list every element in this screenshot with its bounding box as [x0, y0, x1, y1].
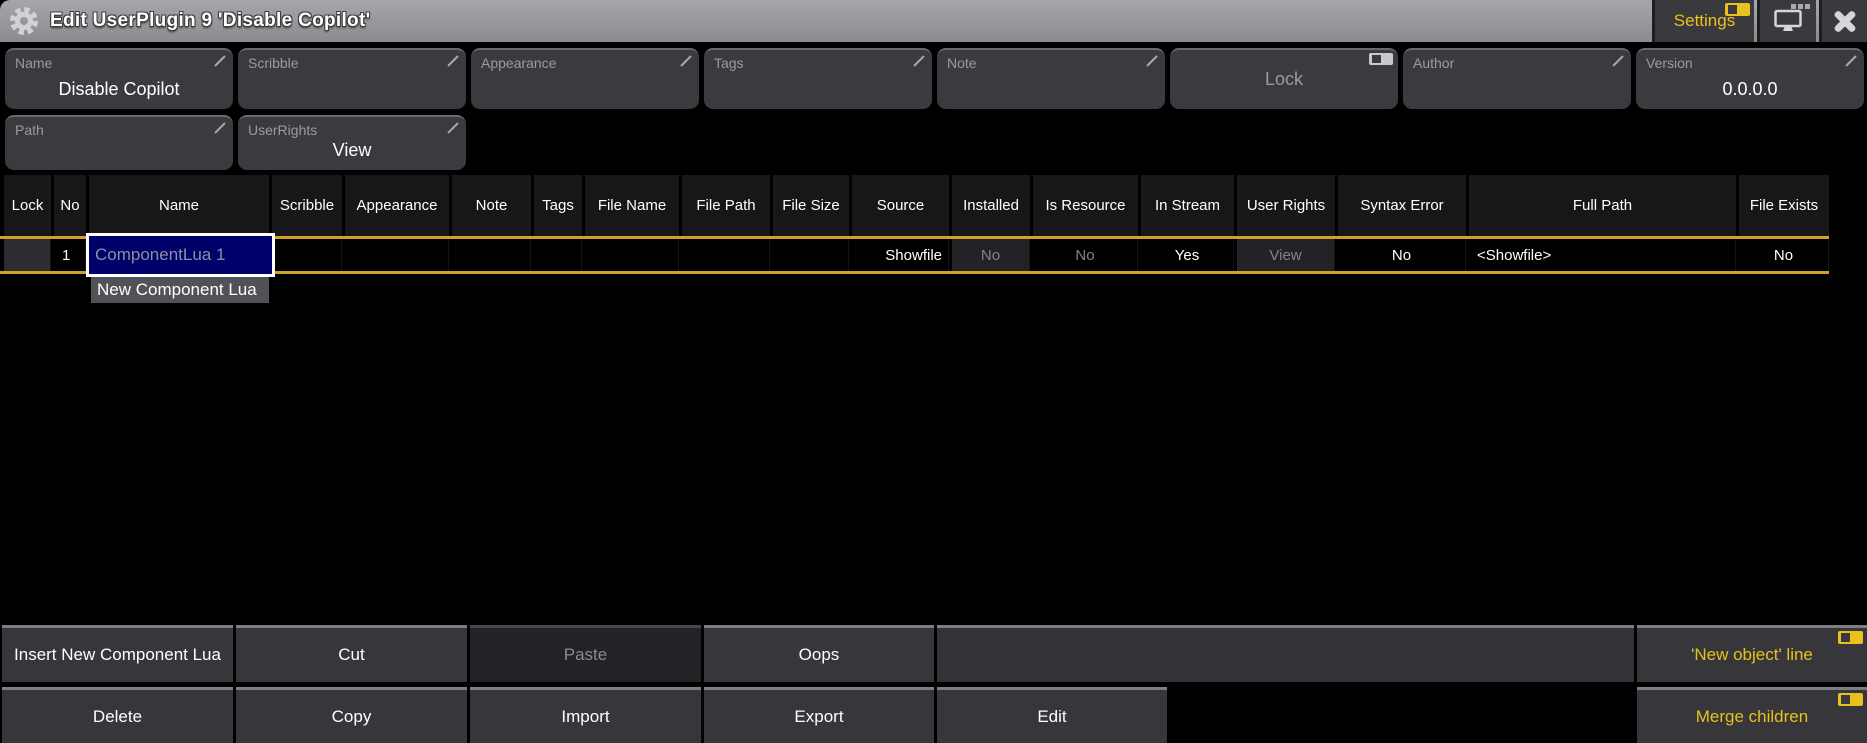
- column-header-scribble[interactable]: Scribble: [272, 175, 342, 236]
- edit-pencil-icon: [680, 55, 692, 67]
- column-header-note[interactable]: Note: [452, 175, 531, 236]
- cell-user-rights[interactable]: View: [1237, 239, 1335, 271]
- column-header-file-exists[interactable]: File Exists: [1739, 175, 1829, 236]
- edit-pencil-icon: [214, 122, 226, 134]
- titlebar: Edit UserPlugin 9 'Disable Copilot' Sett…: [0, 0, 1867, 42]
- cell-tags[interactable]: [534, 239, 582, 271]
- scribble-field-label: Scribble: [248, 55, 299, 71]
- edit-pencil-icon: [214, 55, 226, 67]
- version-field-label: Version: [1646, 55, 1693, 71]
- toggle-on-icon: [1838, 693, 1863, 706]
- cell-syntax-error[interactable]: No: [1338, 239, 1466, 271]
- column-header-appearance[interactable]: Appearance: [345, 175, 449, 236]
- column-header-source[interactable]: Source: [852, 175, 949, 236]
- cell-scribble[interactable]: [272, 239, 342, 271]
- appearance-field[interactable]: Appearance: [471, 48, 699, 109]
- path-field[interactable]: Path: [5, 115, 233, 170]
- column-header-file-name[interactable]: File Name: [585, 175, 679, 236]
- monitor-button[interactable]: [1757, 0, 1816, 42]
- userrights-field[interactable]: UserRights View: [238, 115, 466, 170]
- cell-file-name[interactable]: [585, 239, 679, 271]
- delete-button[interactable]: Delete: [2, 687, 233, 743]
- import-button[interactable]: Import: [470, 687, 701, 743]
- cell-lock[interactable]: [4, 239, 51, 271]
- close-button[interactable]: [1819, 0, 1867, 42]
- column-header-installed[interactable]: Installed: [952, 175, 1030, 236]
- author-field-label: Author: [1413, 55, 1454, 71]
- merge-children-label: Merge children: [1696, 707, 1808, 727]
- cell-appearance[interactable]: [345, 239, 449, 271]
- edit-button[interactable]: Edit: [937, 687, 1167, 743]
- name-field[interactable]: Name Disable Copilot: [5, 48, 233, 109]
- path-field-label: Path: [15, 122, 44, 138]
- export-button[interactable]: Export: [704, 687, 934, 743]
- cell-is-resource[interactable]: No: [1033, 239, 1138, 271]
- edit-pencil-icon: [447, 55, 459, 67]
- edit-pencil-icon: [447, 122, 459, 134]
- edit-pencil-icon: [1612, 55, 1624, 67]
- note-field-label: Note: [947, 55, 977, 71]
- tags-field[interactable]: Tags: [704, 48, 932, 109]
- cell-in-stream[interactable]: Yes: [1141, 239, 1234, 271]
- cell-installed[interactable]: No: [952, 239, 1030, 271]
- author-field[interactable]: Author: [1403, 48, 1631, 109]
- name-field-label: Name: [15, 55, 52, 71]
- version-field[interactable]: Version 0.0.0.0: [1636, 48, 1864, 109]
- column-header-name[interactable]: Name: [89, 175, 269, 236]
- cell-file-exists[interactable]: No: [1739, 239, 1829, 271]
- appearance-field-label: Appearance: [481, 55, 557, 71]
- screens-indicator-icon: [1791, 4, 1810, 9]
- cell-note[interactable]: [452, 239, 531, 271]
- cell-file-path[interactable]: [682, 239, 770, 271]
- column-header-tags[interactable]: Tags: [534, 175, 582, 236]
- cell-file-size[interactable]: [773, 239, 849, 271]
- new-object-line-toggle-button[interactable]: 'New object' line: [1637, 625, 1867, 682]
- tags-field-label: Tags: [714, 55, 744, 71]
- toggle-on-icon: [1725, 3, 1750, 16]
- cut-button[interactable]: Cut: [236, 625, 467, 682]
- settings-button[interactable]: Settings: [1652, 0, 1754, 42]
- footer-spacer: [937, 625, 1634, 682]
- close-icon: [1831, 7, 1859, 35]
- insert-new-component-lua-button[interactable]: Insert New Component Lua: [2, 625, 233, 682]
- column-header-no[interactable]: No: [54, 175, 86, 236]
- toggle-on-icon: [1838, 631, 1863, 644]
- note-field[interactable]: Note: [937, 48, 1165, 109]
- monitor-icon: [1773, 8, 1803, 34]
- column-header-syntax-error[interactable]: Syntax Error: [1338, 175, 1466, 236]
- oops-button[interactable]: Oops: [704, 625, 934, 682]
- table-header: Lock No Name Scribble Appearance Note Ta…: [0, 175, 1832, 236]
- column-header-is-resource[interactable]: Is Resource: [1033, 175, 1138, 236]
- userrights-field-label: UserRights: [248, 122, 317, 138]
- column-header-lock[interactable]: Lock: [4, 175, 51, 236]
- scribble-field[interactable]: Scribble: [238, 48, 466, 109]
- cell-source[interactable]: Showfile: [852, 239, 949, 271]
- edit-pencil-icon: [913, 55, 925, 67]
- column-header-full-path[interactable]: Full Path: [1469, 175, 1736, 236]
- gear-icon: [8, 5, 40, 37]
- name-edit-input[interactable]: ComponentLua 1: [86, 233, 275, 277]
- cell-no[interactable]: 1: [54, 239, 86, 271]
- new-object-line-label: 'New object' line: [1691, 645, 1813, 665]
- version-field-value: 0.0.0.0: [1636, 79, 1864, 100]
- edit-pencil-icon: [1146, 55, 1158, 67]
- name-suggestion-item[interactable]: New Component Lua: [91, 277, 269, 303]
- copy-button[interactable]: Copy: [236, 687, 467, 743]
- column-header-in-stream[interactable]: In Stream: [1141, 175, 1234, 236]
- column-header-user-rights[interactable]: User Rights: [1237, 175, 1335, 236]
- merge-children-toggle-button[interactable]: Merge children: [1637, 687, 1867, 743]
- userrights-field-value: View: [238, 140, 466, 161]
- column-header-file-path[interactable]: File Path: [682, 175, 770, 236]
- cell-full-path[interactable]: <Showfile>: [1469, 239, 1736, 271]
- paste-button[interactable]: Paste: [470, 625, 701, 682]
- lock-button[interactable]: Lock: [1170, 48, 1398, 109]
- edit-pencil-icon: [1845, 55, 1857, 67]
- lock-button-label: Lock: [1170, 50, 1398, 109]
- name-field-value: Disable Copilot: [5, 79, 233, 100]
- window-title: Edit UserPlugin 9 'Disable Copilot': [50, 0, 370, 42]
- column-header-file-size[interactable]: File Size: [773, 175, 849, 236]
